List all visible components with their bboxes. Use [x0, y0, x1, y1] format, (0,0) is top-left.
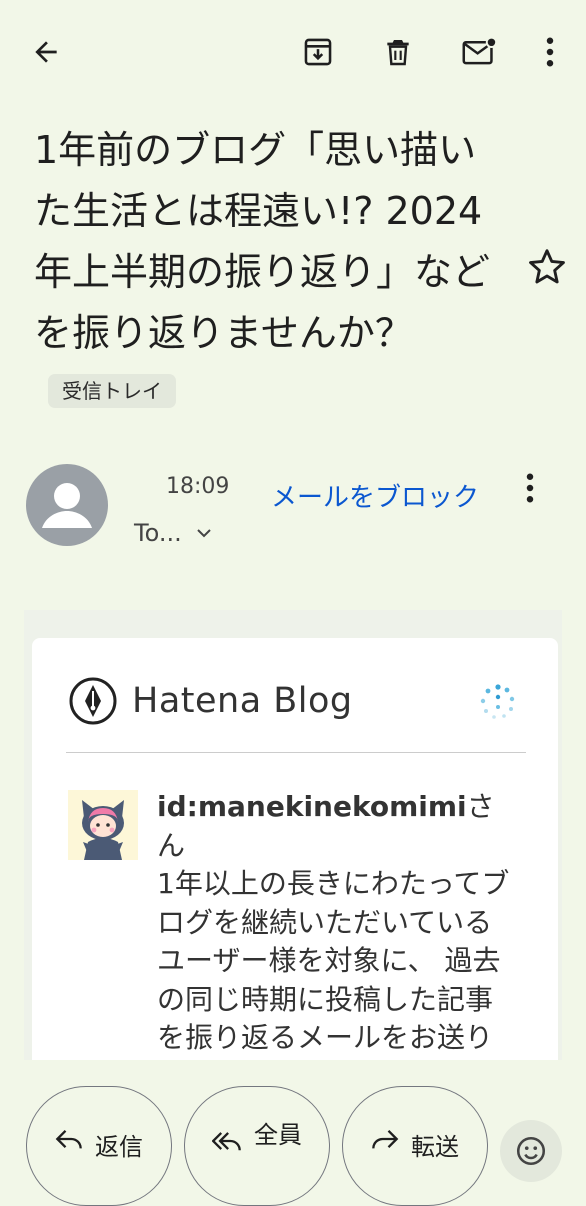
sender-more-button[interactable]	[526, 473, 534, 507]
forward-label: 転送	[411, 1133, 459, 1161]
forward-icon	[372, 1130, 399, 1149]
cat-mascot-icon	[82, 800, 124, 860]
reply-all-label: 全員	[254, 1121, 302, 1149]
message-text: id:manekinekomimiさん 1年以上の長きにわたってブログを継続いた…	[157, 788, 517, 1060]
trash-icon	[387, 40, 409, 66]
divider	[66, 752, 526, 753]
archive-icon	[304, 38, 332, 66]
email-subject: 1年前のブログ「思い描いた生活とは程遠い!? 2024年上半期の振り返り」などを…	[34, 120, 514, 425]
mark-unread-button[interactable]	[455, 28, 503, 76]
add-emoji-icon	[516, 1136, 546, 1166]
fountain-pen-logo-icon	[69, 677, 117, 725]
reply-all-button[interactable]: 全員	[184, 1086, 330, 1206]
block-sender-link[interactable]: メールをブロック	[271, 477, 479, 514]
message-body: 1年以上の長きにわたってブログを継続いただいているユーザー様を対象に、 過去の同…	[157, 867, 510, 1060]
hatena-brand: Hatena Blog	[68, 676, 353, 726]
email-time: 18:09	[166, 474, 230, 499]
back-button[interactable]	[22, 28, 70, 76]
recipients-text: To...	[134, 519, 182, 547]
reply-label: 返信	[95, 1133, 143, 1161]
subject-text: 1年前のブログ「思い描いた生活とは程遠い!? 2024年上半期の振り返り」などを…	[34, 128, 491, 355]
archive-button[interactable]	[294, 28, 342, 76]
top-app-bar	[0, 0, 586, 104]
chevron-down-icon	[197, 529, 211, 538]
recipients-toggle[interactable]: To...	[134, 519, 212, 547]
user-id: id:manekinekomimi	[157, 790, 467, 823]
reply-button[interactable]: 返信	[26, 1086, 172, 1206]
action-bar: 返信 全員 転送	[0, 1086, 586, 1206]
star-button[interactable]	[524, 244, 570, 290]
hatena-card: Hatena Blog id:manekinekomimiさん 1年以上の長きに…	[32, 638, 558, 1060]
arrow-back-icon	[35, 41, 57, 63]
star-outline-icon	[529, 249, 565, 284]
delete-button[interactable]	[374, 28, 422, 76]
user-avatar	[68, 790, 138, 860]
email-body: Hatena Blog id:manekinekomimiさん 1年以上の長きに…	[24, 610, 562, 1060]
brand-name: Hatena Blog	[132, 681, 353, 721]
more-vert-icon	[546, 37, 554, 67]
forward-button[interactable]: 転送	[342, 1086, 488, 1206]
reply-icon	[55, 1130, 82, 1149]
mark-unread-icon	[462, 36, 497, 65]
more-vert-icon	[526, 473, 534, 503]
reply-all-icon	[212, 1132, 241, 1151]
sender-row: 18:09 To... メールをブロック	[0, 455, 586, 555]
sender-avatar[interactable]	[26, 464, 108, 546]
loading-spinner-icon	[478, 682, 518, 722]
add-emoji-button[interactable]	[500, 1120, 562, 1182]
more-options-button[interactable]	[526, 28, 574, 76]
inbox-label-chip[interactable]: 受信トレイ	[48, 373, 176, 408]
person-icon	[42, 483, 92, 528]
